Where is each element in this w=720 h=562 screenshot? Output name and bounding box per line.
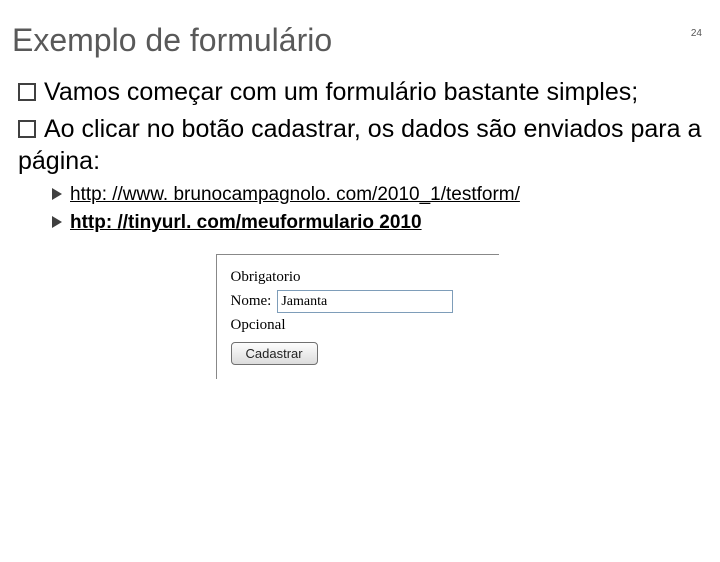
name-input[interactable] [277, 290, 453, 313]
square-bullet-icon [18, 83, 36, 101]
bullet-item: Ao clicar no botão cadastrar, os dados s… [18, 114, 702, 177]
link-tinyurl[interactable]: http: //tinyurl. com/meuformulario 2010 [70, 212, 422, 233]
bullet-item: Vamos começar com um formulário bastante… [18, 77, 702, 108]
bullet-text: Ao clicar no botão cadastrar, os dados s… [18, 115, 701, 174]
triangle-bullet-icon [52, 188, 62, 200]
square-bullet-icon [18, 120, 36, 138]
name-row: Nome: [231, 290, 483, 313]
submit-button[interactable]: Cadastrar [231, 342, 318, 365]
sub-bullet-item: http: //www. brunocampagnolo. com/2010_1… [52, 183, 702, 208]
link-testform[interactable]: http: //www. brunocampagnolo. com/2010_1… [70, 184, 520, 205]
bullet-list: Vamos começar com um formulário bastante… [18, 77, 702, 236]
example-form: Obrigatorio Nome: Opcional Cadastrar [216, 254, 499, 379]
group-label-required: Obrigatorio [231, 269, 483, 286]
slide-title: Exemplo de formulário [12, 22, 702, 59]
submit-row: Cadastrar [231, 342, 483, 365]
form-container: Obrigatorio Nome: Opcional Cadastrar [12, 254, 702, 379]
bullet-text: Vamos começar com um formulário bastante… [44, 78, 638, 106]
required-label: Obrigatorio [231, 269, 301, 286]
optional-label: Opcional [231, 317, 286, 334]
triangle-bullet-icon [52, 216, 62, 228]
group-label-optional: Opcional [231, 317, 483, 334]
slide: 24 Exemplo de formulário Vamos começar c… [0, 22, 720, 562]
sub-bullet-item: http: //tinyurl. com/meuformulario 2010 [52, 211, 702, 236]
page-number: 24 [691, 28, 702, 39]
name-label: Nome: [231, 293, 272, 310]
